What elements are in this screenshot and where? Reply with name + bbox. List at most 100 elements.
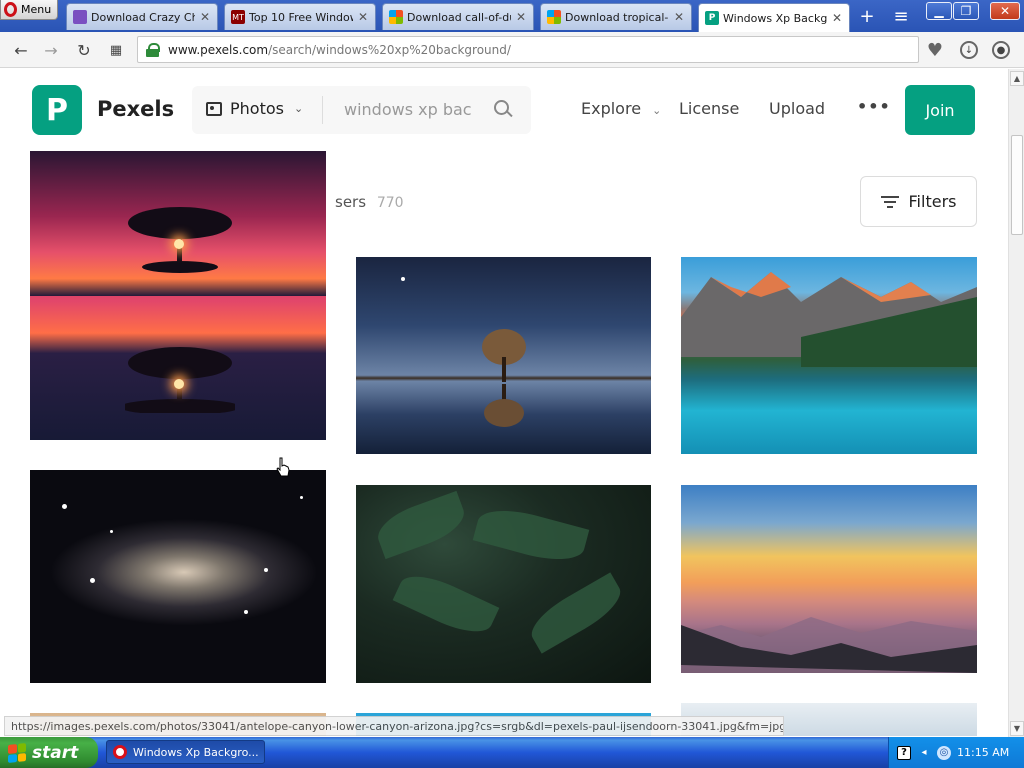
bookmark-heart-icon[interactable]: ♥ <box>924 39 946 61</box>
nav-explore[interactable]: Explore ⌄ <box>581 99 661 118</box>
volume-icon[interactable]: ◂ <box>917 746 931 760</box>
photo-sunset-mountains[interactable] <box>681 485 977 673</box>
opera-logo-icon <box>113 745 127 759</box>
clock: 11:15 AM <box>957 746 1010 759</box>
search-type-dropdown[interactable]: Photos ⌄ <box>206 99 303 118</box>
search-input[interactable]: windows xp bac <box>344 100 474 119</box>
nav-upload[interactable]: Upload <box>769 99 825 118</box>
users-count: 770 <box>376 195 404 211</box>
logo-text[interactable]: Pexels <box>97 97 174 121</box>
search-divider <box>322 96 323 124</box>
close-window-button[interactable]: ✕ <box>990 2 1020 20</box>
tab-favicon-icon <box>389 10 403 24</box>
speed-dial-grid-icon[interactable]: ▦ <box>105 39 127 61</box>
tree-icon <box>482 329 526 427</box>
close-tab-icon[interactable]: ✕ <box>357 10 369 24</box>
tab-5-active[interactable]: P Windows Xp Backgrou ✕ <box>698 3 850 32</box>
filter-icon <box>880 195 899 208</box>
close-tab-icon[interactable]: ✕ <box>515 10 527 24</box>
tab-title: Download call-of-duty <box>407 10 511 24</box>
star <box>244 610 248 614</box>
search-type-label: Photos <box>230 99 284 118</box>
network-icon[interactable]: ◎ <box>937 745 951 760</box>
scroll-down-arrow-icon[interactable]: ▼ <box>1010 721 1024 736</box>
tab-favicon-icon: MT <box>231 10 245 24</box>
tab-menu-icon[interactable]: ≡ <box>890 6 912 27</box>
account-icon[interactable]: ● <box>992 41 1010 59</box>
sun-glow <box>174 379 184 389</box>
tab-title: Download tropical-be <box>565 10 669 24</box>
nav-license[interactable]: License <box>679 99 739 118</box>
star <box>110 530 113 533</box>
tab-title: Windows Xp Backgrou <box>723 11 827 25</box>
tree-silhouette-icon <box>125 347 235 413</box>
mountain-ridge <box>681 617 977 673</box>
minimize-button[interactable]: ▁ <box>926 2 952 20</box>
pexels-favicon-icon: P <box>705 11 719 25</box>
photo-fern-leaves[interactable] <box>356 485 651 683</box>
tab-2[interactable]: MT Top 10 Free Windows ✕ <box>224 3 376 30</box>
tree-silhouette-icon <box>128 207 232 273</box>
tab-3[interactable]: Download call-of-duty ✕ <box>382 3 534 30</box>
filters-button[interactable]: Filters <box>860 176 977 227</box>
leaf <box>371 490 471 560</box>
restore-button[interactable]: ❐ <box>953 2 979 20</box>
more-menu-icon[interactable]: ••• <box>857 97 891 116</box>
forward-arrow-icon[interactable]: → <box>40 39 62 61</box>
star <box>264 568 268 572</box>
tab-4[interactable]: Download tropical-be ✕ <box>540 3 692 30</box>
chevron-down-icon: ⌄ <box>652 104 662 117</box>
tab-title: Download Crazy Chick <box>91 10 195 24</box>
nav-explore-label: Explore <box>581 99 642 118</box>
photo-mountain-lake[interactable] <box>681 257 977 454</box>
task-title: Windows Xp Backgro... <box>133 745 259 759</box>
photo-spiral-galaxy[interactable] <box>30 470 326 683</box>
close-tab-icon[interactable]: ✕ <box>199 10 211 24</box>
users-tab[interactable]: sers 770 <box>335 193 404 211</box>
help-icon[interactable]: ? <box>897 745 911 760</box>
search-icon[interactable] <box>494 100 514 120</box>
scroll-thumb[interactable] <box>1011 135 1023 235</box>
leaf <box>392 565 500 643</box>
new-tab-button[interactable]: + <box>856 6 878 27</box>
start-button[interactable]: start <box>0 737 98 768</box>
hand-cursor-icon <box>276 457 290 477</box>
close-tab-icon[interactable]: ✕ <box>673 10 685 24</box>
photo-night-tree-reflection[interactable] <box>356 257 651 454</box>
tab-title: Top 10 Free Windows <box>249 10 353 24</box>
site-header: P Pexels Photos ⌄ windows xp bac Explore… <box>0 69 1008 151</box>
photo-red-sky-tree[interactable] <box>30 151 326 440</box>
taskbar-opera-window[interactable]: Windows Xp Backgro... <box>106 740 265 764</box>
back-arrow-icon[interactable]: ← <box>10 39 32 61</box>
leaf <box>472 501 590 569</box>
sun-glow <box>174 239 184 249</box>
address-bar[interactable]: www.pexels.com /search/windows%20xp%20ba… <box>137 36 919 63</box>
users-label: sers <box>335 193 367 211</box>
close-tab-icon[interactable]: ✕ <box>831 11 843 25</box>
browser-tab-strip: Menu Download Crazy Chick ✕ MT Top 10 Fr… <box>0 0 1024 32</box>
opera-logo-icon <box>4 2 17 17</box>
start-label: start <box>32 742 79 763</box>
download-icon[interactable]: ↓ <box>960 41 978 59</box>
mountain-ridge <box>681 272 977 367</box>
scroll-up-arrow-icon[interactable]: ▲ <box>1010 71 1024 86</box>
browser-toolbar: ← → ↻ ▦ www.pexels.com /search/windows%2… <box>0 32 1024 68</box>
opera-menu-button[interactable]: Menu <box>0 0 58 20</box>
system-tray: ? ◂ ◎ 11:15 AM <box>888 737 1024 768</box>
star <box>300 496 303 499</box>
pexels-logo-icon[interactable]: P <box>32 85 82 135</box>
star <box>90 578 95 583</box>
windows-flag-icon <box>8 742 26 763</box>
image-icon <box>206 101 222 116</box>
join-button[interactable]: Join <box>905 85 975 135</box>
menu-label: Menu <box>21 3 52 16</box>
tab-1[interactable]: Download Crazy Chick ✕ <box>66 3 218 30</box>
page-scrollbar[interactable]: ▲ ▼ <box>1008 69 1024 737</box>
tab-favicon-icon <box>73 10 87 24</box>
reload-icon[interactable]: ↻ <box>73 39 95 61</box>
tab-favicon-icon <box>547 10 561 24</box>
moon <box>401 277 405 281</box>
link-status-bar: https://images.pexels.com/photos/33041/a… <box>4 716 784 736</box>
pexels-page: P Pexels Photos ⌄ windows xp bac Explore… <box>0 69 1008 736</box>
leaf <box>523 572 629 654</box>
